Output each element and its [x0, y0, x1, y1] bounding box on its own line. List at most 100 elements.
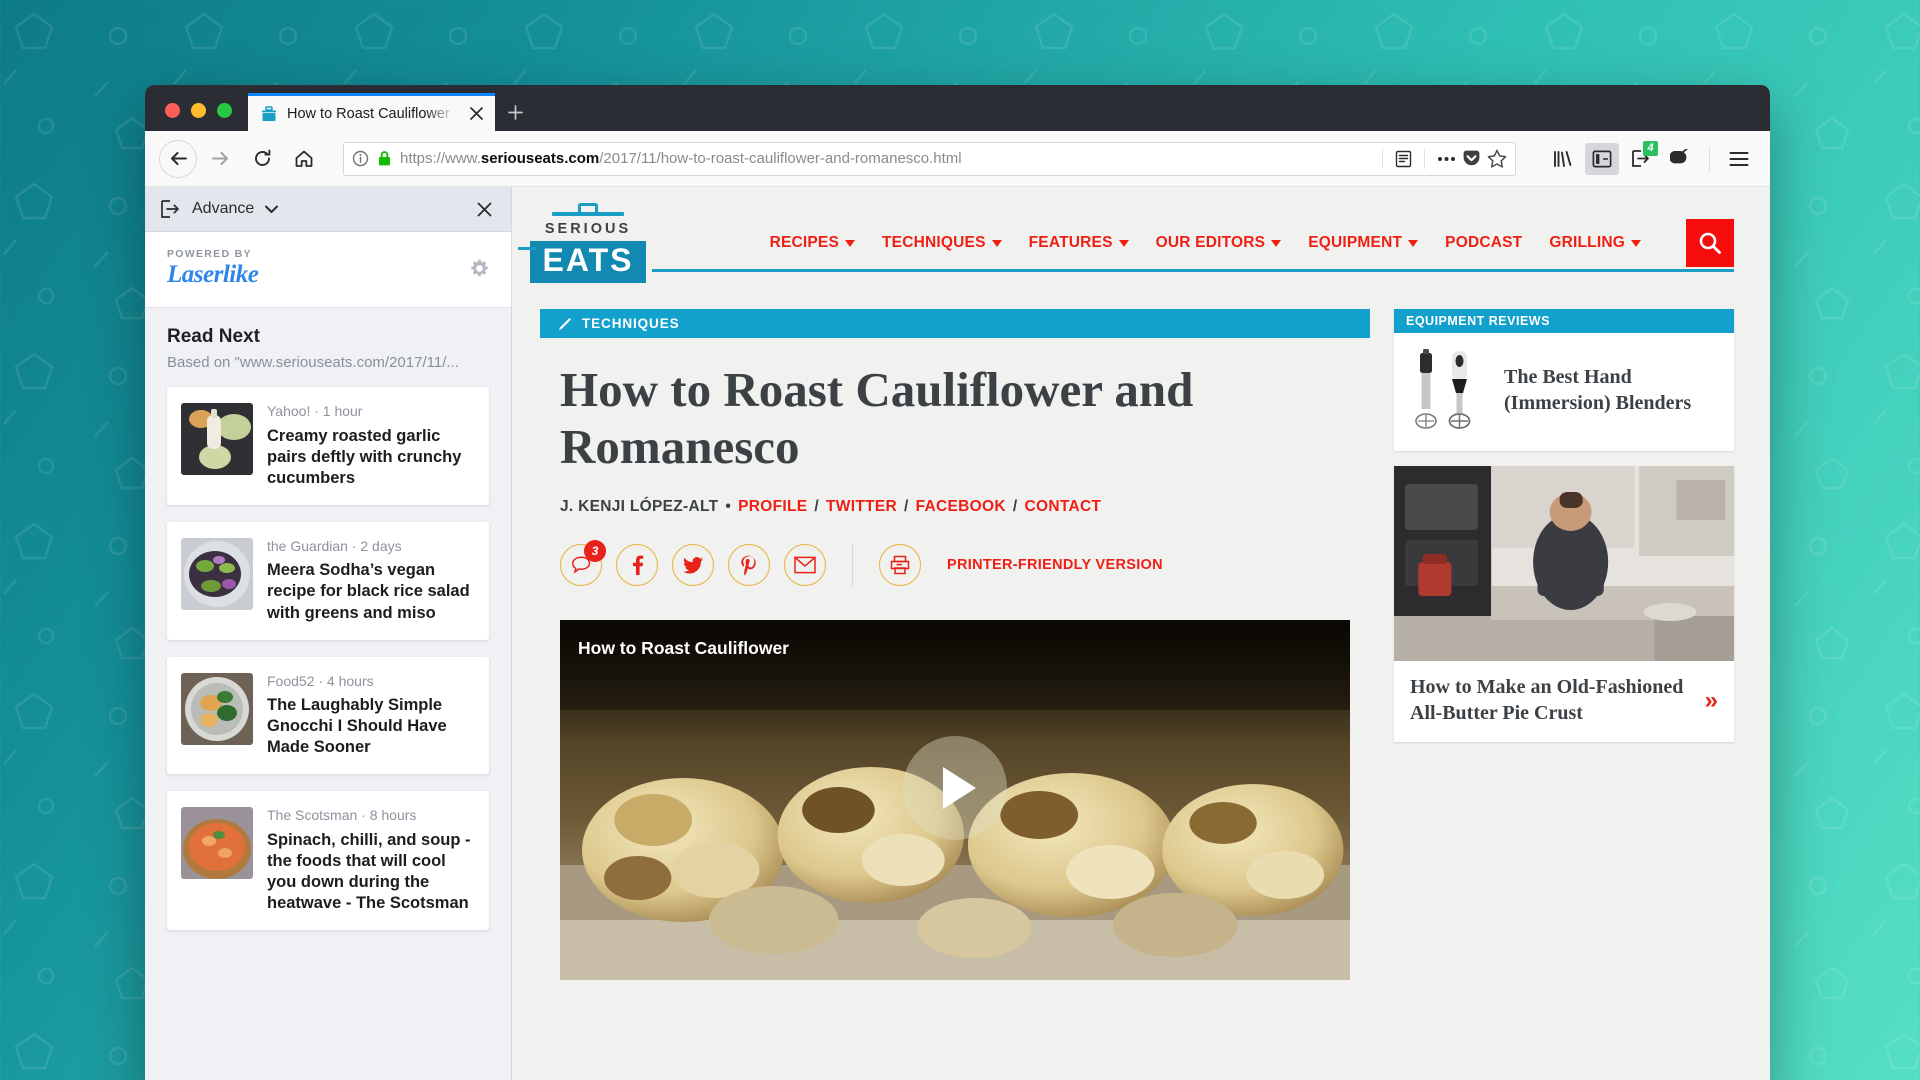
logo-rule-left: [518, 247, 536, 250]
list-item[interactable]: Yahoo! · 1 hour Creamy roasted garlic pa…: [167, 387, 489, 505]
recommendation-list[interactable]: Yahoo! · 1 hour Creamy roasted garlic pa…: [145, 381, 511, 1080]
nav-item-podcast[interactable]: PODCAST: [1445, 234, 1522, 252]
equipment-review-title: The Best Hand (Immersion) Blenders: [1504, 365, 1718, 416]
right-rail: EQUIPMENT REVIEWS: [1394, 309, 1734, 980]
play-button[interactable]: [903, 736, 1007, 840]
nav-item-equipment[interactable]: EQUIPMENT: [1308, 234, 1418, 252]
nav-label: GRILLING: [1549, 234, 1625, 252]
reload-icon[interactable]: [243, 140, 281, 178]
close-tab-button[interactable]: [465, 103, 487, 125]
site-header: SERIOUS EATS RECIPES TECHNIQUES FEATURES…: [512, 187, 1770, 283]
byline-bullet: •: [725, 498, 731, 516]
article-video-player[interactable]: How to Roast Cauliflower: [560, 620, 1350, 980]
chevron-down-icon: [1408, 240, 1418, 247]
tomato-paneer-soup-photo: [181, 807, 253, 879]
page-actions-icon[interactable]: [1437, 156, 1456, 162]
window-traffic-lights: [145, 103, 248, 131]
page-body: TECHNIQUES How to Roast Cauliflower and …: [512, 283, 1770, 980]
byline-link-contact[interactable]: CONTACT: [1024, 498, 1101, 516]
advance-extension-icon[interactable]: 4: [1624, 143, 1658, 175]
site-nav: RECIPES TECHNIQUES FEATURES OUR EDITORS …: [652, 217, 1734, 269]
article: TECHNIQUES How to Roast Cauliflower and …: [540, 309, 1370, 980]
maximize-window-button[interactable]: [217, 103, 232, 118]
more-chevron-icon[interactable]: »: [1705, 687, 1718, 715]
browser-content: Advance POWERED BY Laserlike: [145, 187, 1770, 1080]
divider: [1424, 149, 1425, 169]
list-item-meta: The Scotsman · 8 hours: [267, 807, 475, 825]
nav-label: EQUIPMENT: [1308, 234, 1402, 252]
email-icon[interactable]: [784, 544, 826, 586]
nav-item-techniques[interactable]: TECHNIQUES: [882, 234, 1002, 252]
logo-handle: [578, 203, 598, 212]
reader-mode-icon[interactable]: [1395, 150, 1412, 168]
immersion-blender-photo: [1408, 347, 1488, 435]
article-category-banner[interactable]: TECHNIQUES: [540, 309, 1370, 338]
advance-sidebar: Advance POWERED BY Laserlike: [145, 187, 512, 1080]
browser-tab-strip: How to Roast Cauliflower and Romanesco: [145, 85, 1770, 131]
pinterest-icon[interactable]: [728, 544, 770, 586]
equipment-reviews-banner: EQUIPMENT REVIEWS: [1394, 309, 1734, 333]
address-bar[interactable]: https://www.seriouseats.com/2017/11/how-…: [343, 142, 1516, 176]
new-tab-button[interactable]: [495, 93, 535, 131]
extension-badge-count: 4: [1643, 141, 1658, 156]
list-item[interactable]: The Scotsman · 8 hours Spinach, chilli, …: [167, 791, 489, 930]
list-item-headline: Creamy roasted garlic pairs deftly with …: [267, 426, 475, 489]
nav-item-our-editors[interactable]: OUR EDITORS: [1156, 234, 1282, 252]
chevron-down-icon: [845, 240, 855, 247]
library-icon[interactable]: [1546, 143, 1580, 175]
sidebar-toggle-icon[interactable]: [1585, 143, 1619, 175]
pie-crust-kitchen-photo: [1394, 466, 1734, 661]
printer-icon[interactable]: [879, 544, 921, 586]
sidebar-header: Advance: [145, 187, 511, 232]
divider: [1709, 146, 1710, 172]
browser-tab[interactable]: How to Roast Cauliflower and Romanesco: [248, 93, 495, 131]
browser-tab-title: How to Roast Cauliflower and Romanesco: [287, 106, 456, 122]
pocket-icon[interactable]: [1462, 149, 1481, 168]
divider: [852, 543, 853, 587]
forward-icon[interactable]: [201, 140, 239, 178]
list-item-headline: The Laughably Simple Gnocchi I Should Ha…: [267, 695, 475, 758]
twitter-icon[interactable]: [672, 544, 714, 586]
article-byline: J. KENJI LÓPEZ-ALT • PROFILE / TWITTER /…: [540, 476, 1370, 516]
list-item[interactable]: Food52 · 4 hours The Laughably Simple Gn…: [167, 657, 489, 775]
search-icon[interactable]: [1686, 219, 1734, 267]
close-sidebar-button[interactable]: [472, 197, 496, 221]
back-icon[interactable]: [159, 140, 197, 178]
printer-friendly-label[interactable]: PRINTER-FRIENDLY VERSION: [947, 557, 1163, 573]
read-next-section: Read Next Based on "www.seriouseats.com/…: [145, 308, 511, 381]
read-next-title: Read Next: [167, 326, 489, 348]
site-info-icon[interactable]: [352, 150, 369, 167]
comment-count-badge: 3: [584, 540, 606, 562]
lock-icon: [377, 150, 392, 167]
menu-icon[interactable]: [1722, 143, 1756, 175]
home-icon[interactable]: [285, 140, 323, 178]
nav-item-grilling[interactable]: GRILLING: [1549, 234, 1641, 252]
minimize-window-button[interactable]: [191, 103, 206, 118]
nav-item-recipes[interactable]: RECIPES: [770, 234, 855, 252]
nav-label: FEATURES: [1029, 234, 1113, 252]
serious-eats-logo[interactable]: SERIOUS EATS: [540, 203, 636, 283]
equipment-review-card[interactable]: EQUIPMENT REVIEWS: [1394, 309, 1734, 451]
nav-label: TECHNIQUES: [882, 234, 986, 252]
notification-icon[interactable]: [1663, 143, 1697, 175]
sidebar-brand: POWERED BY Laserlike: [145, 232, 511, 308]
list-item[interactable]: the Guardian · 2 days Meera Sodha’s vega…: [167, 522, 489, 640]
byline-link-facebook[interactable]: FACEBOOK: [916, 498, 1006, 516]
bookmark-star-icon[interactable]: [1487, 149, 1507, 168]
nav-item-features[interactable]: FEATURES: [1029, 234, 1129, 252]
serious-eats-favicon: [260, 105, 278, 123]
laserlike-logo: Laserlike: [167, 261, 258, 289]
chevron-down-icon[interactable]: [265, 205, 278, 214]
gnocchi-bowl-photo: [181, 673, 253, 745]
comment-icon[interactable]: 3: [560, 544, 602, 586]
black-rice-salad-photo: [181, 538, 253, 610]
byline-link-profile[interactable]: PROFILE: [738, 498, 807, 516]
author-name: J. KENJI LÓPEZ-ALT: [560, 498, 718, 516]
featured-video-card[interactable]: How to Make an Old-Fashioned All-Butter …: [1394, 466, 1734, 742]
list-item-meta: Food52 · 4 hours: [267, 673, 475, 691]
pencil-icon: [557, 316, 573, 332]
byline-link-twitter[interactable]: TWITTER: [826, 498, 897, 516]
close-window-button[interactable]: [165, 103, 180, 118]
gear-icon[interactable]: [470, 259, 489, 278]
facebook-icon[interactable]: [616, 544, 658, 586]
